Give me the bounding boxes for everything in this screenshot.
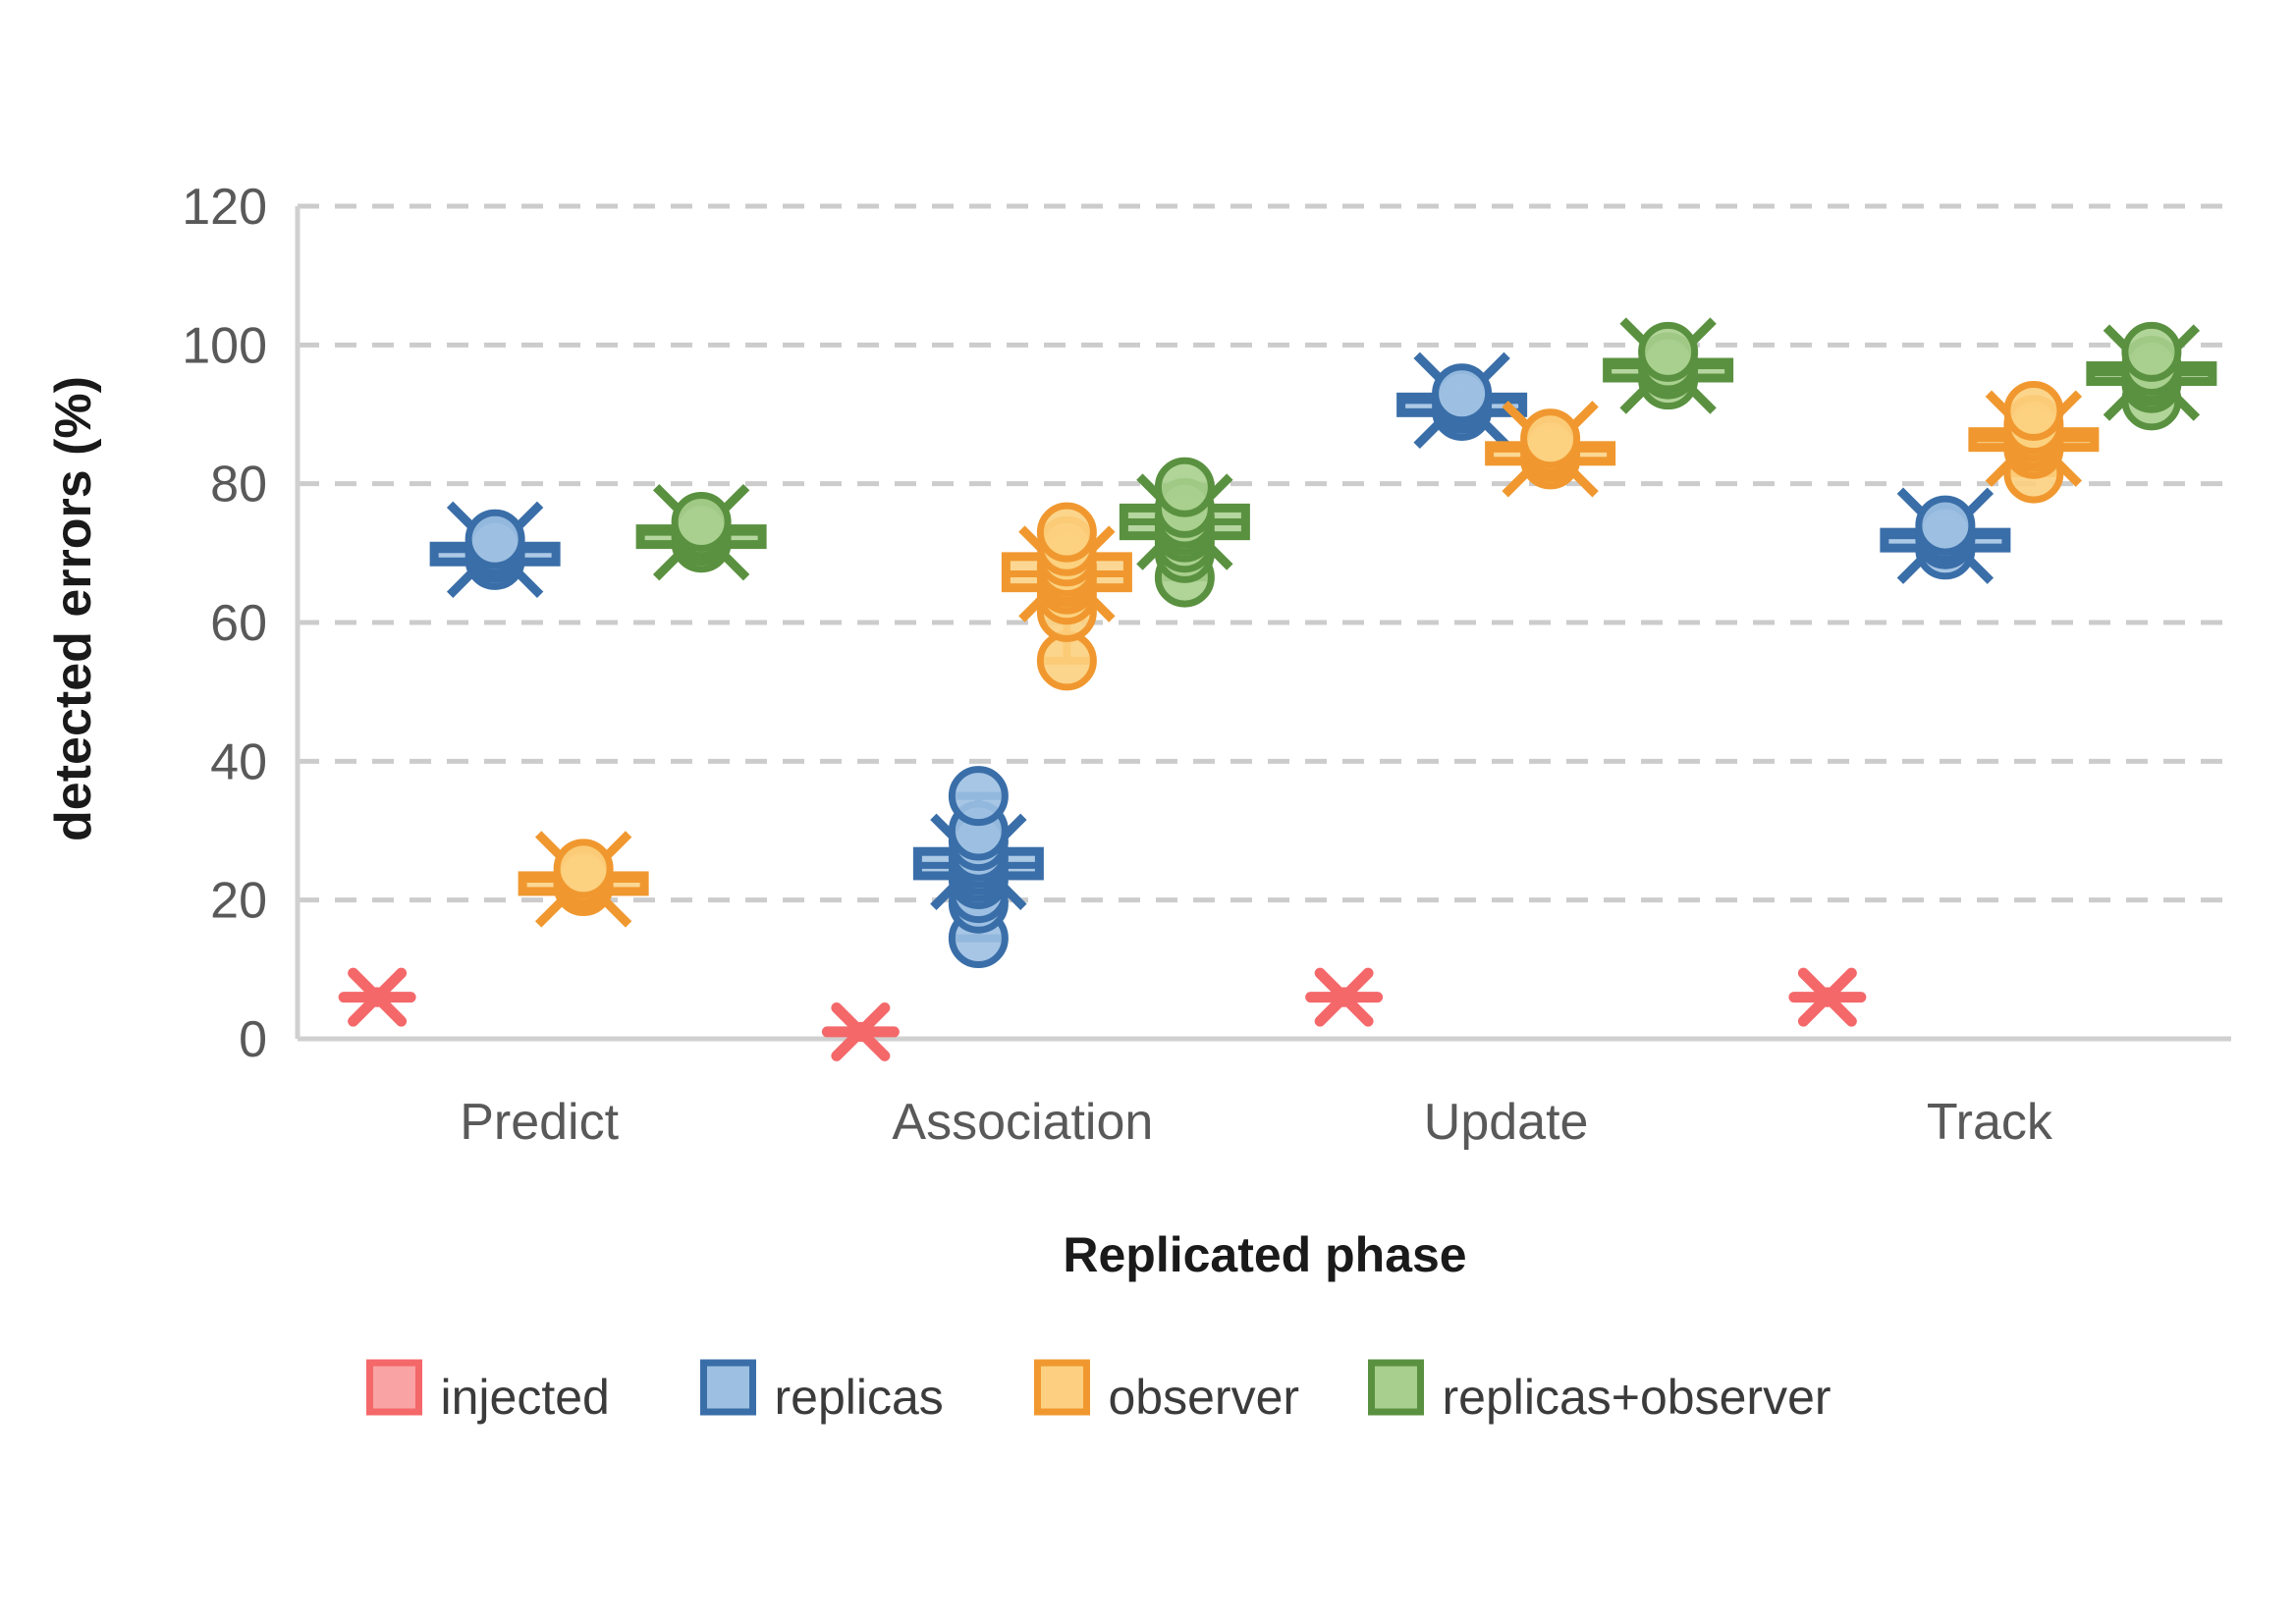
- scatter-point: [1520, 408, 1581, 469]
- y-tick-20: 20: [210, 873, 267, 930]
- scatter-point: [465, 509, 525, 569]
- scatter-point: [1638, 321, 1699, 382]
- x-axis-title: Replicated phase: [1063, 1227, 1466, 1282]
- scatter-point: [1915, 495, 1976, 556]
- x-category-update: Update: [1424, 1094, 1589, 1151]
- y-tick-0: 0: [239, 1011, 267, 1068]
- y-tick-100: 100: [182, 317, 267, 374]
- scatter-point: [1036, 502, 1097, 563]
- injected-marker-core: [1334, 987, 1354, 1007]
- boxplot-svg: 0 20 40 60 80 100 120 Predict Association Update…: [0, 0, 2296, 1623]
- scatter-point: [2003, 380, 2064, 441]
- legend-swatch-replicas-observer: [1368, 1359, 1424, 1416]
- scatter-point: [1154, 457, 1215, 517]
- x-category-association: Association: [892, 1094, 1153, 1151]
- y-tick-120: 120: [182, 179, 267, 236]
- scatter-point: [2121, 321, 2182, 382]
- legend-label-injected: injected: [441, 1370, 610, 1425]
- box-observer-track: [1968, 380, 2100, 504]
- scatter-point: [1036, 630, 1097, 691]
- y-tick-60: 60: [210, 595, 267, 652]
- chart-figure: 0 20 40 60 80 100 120 Predict Association Update…: [0, 0, 2296, 1623]
- legend-swatch-observer: [1034, 1359, 1090, 1416]
- scatter-point: [671, 492, 732, 553]
- y-axis-title: detected errors (%): [45, 376, 102, 841]
- legend-swatch-injected: [366, 1359, 422, 1416]
- legend-label-observer: observer: [1109, 1370, 1300, 1425]
- legend-label-replicas-observer: replicas+observer: [1443, 1370, 1831, 1425]
- x-category-track: Track: [1927, 1094, 2053, 1151]
- x-category-predict: Predict: [460, 1094, 619, 1151]
- scatter-point: [948, 766, 1009, 827]
- injected-marker-core: [850, 1021, 871, 1043]
- y-tick-40: 40: [210, 733, 267, 790]
- legend-swatch-replicas: [700, 1359, 756, 1416]
- legend-label-replicas: replicas: [775, 1370, 944, 1425]
- scatter-point: [1432, 363, 1493, 424]
- scatter-point: [553, 839, 614, 899]
- injected-marker-core: [1817, 987, 1838, 1007]
- y-tick-80: 80: [210, 457, 267, 514]
- injected-marker-core: [366, 987, 388, 1007]
